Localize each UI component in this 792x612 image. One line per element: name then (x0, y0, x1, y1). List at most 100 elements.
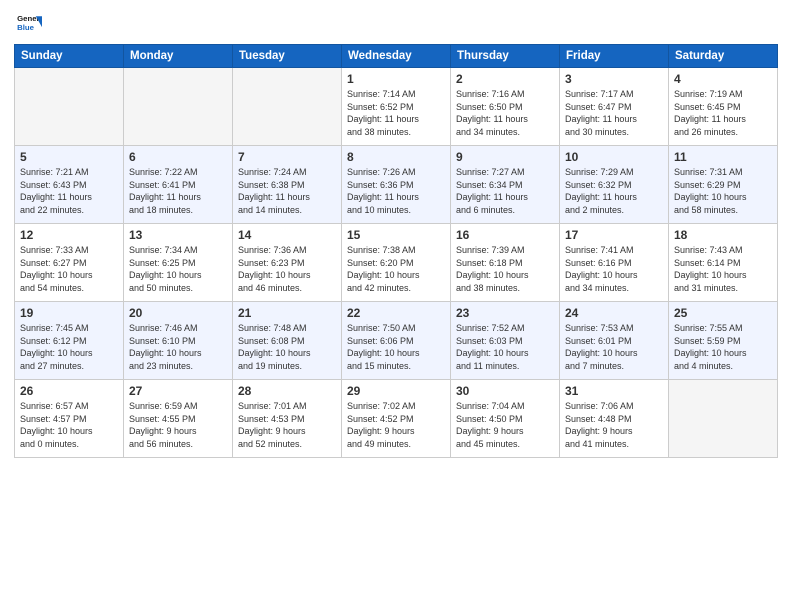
day-info: Sunrise: 7:01 AM Sunset: 4:53 PM Dayligh… (238, 400, 336, 450)
day-number: 30 (456, 384, 554, 398)
day-info: Sunrise: 7:34 AM Sunset: 6:25 PM Dayligh… (129, 244, 227, 294)
day-number: 3 (565, 72, 663, 86)
week-row-4: 26 Sunrise: 6:57 AM Sunset: 4:57 PM Dayli… (15, 380, 778, 458)
calendar-cell: 30 Sunrise: 7:04 AM Sunset: 4:50 PM Dayli… (451, 380, 560, 458)
day-number: 22 (347, 306, 445, 320)
calendar-cell: 8 Sunrise: 7:26 AM Sunset: 6:36 PM Daylig… (342, 146, 451, 224)
day-number: 15 (347, 228, 445, 242)
day-number: 13 (129, 228, 227, 242)
calendar-cell: 24 Sunrise: 7:53 AM Sunset: 6:01 PM Dayli… (560, 302, 669, 380)
calendar-cell: 27 Sunrise: 6:59 AM Sunset: 4:55 PM Dayli… (124, 380, 233, 458)
day-info: Sunrise: 7:16 AM Sunset: 6:50 PM Dayligh… (456, 88, 554, 138)
calendar-cell: 10 Sunrise: 7:29 AM Sunset: 6:32 PM Dayli… (560, 146, 669, 224)
calendar-cell: 20 Sunrise: 7:46 AM Sunset: 6:10 PM Dayli… (124, 302, 233, 380)
day-info: Sunrise: 7:04 AM Sunset: 4:50 PM Dayligh… (456, 400, 554, 450)
day-number: 19 (20, 306, 118, 320)
day-info: Sunrise: 7:19 AM Sunset: 6:45 PM Dayligh… (674, 88, 772, 138)
calendar-cell: 15 Sunrise: 7:38 AM Sunset: 6:20 PM Dayli… (342, 224, 451, 302)
day-info: Sunrise: 7:14 AM Sunset: 6:52 PM Dayligh… (347, 88, 445, 138)
calendar-cell: 18 Sunrise: 7:43 AM Sunset: 6:14 PM Dayli… (669, 224, 778, 302)
calendar-cell: 1 Sunrise: 7:14 AM Sunset: 6:52 PM Daylig… (342, 68, 451, 146)
day-number: 8 (347, 150, 445, 164)
calendar-cell: 16 Sunrise: 7:39 AM Sunset: 6:18 PM Dayli… (451, 224, 560, 302)
weekday-friday: Friday (560, 45, 669, 68)
day-number: 10 (565, 150, 663, 164)
calendar-cell: 26 Sunrise: 6:57 AM Sunset: 4:57 PM Dayli… (15, 380, 124, 458)
day-info: Sunrise: 7:50 AM Sunset: 6:06 PM Dayligh… (347, 322, 445, 372)
day-number: 6 (129, 150, 227, 164)
day-info: Sunrise: 7:41 AM Sunset: 6:16 PM Dayligh… (565, 244, 663, 294)
calendar-cell (233, 68, 342, 146)
day-number: 1 (347, 72, 445, 86)
day-info: Sunrise: 7:22 AM Sunset: 6:41 PM Dayligh… (129, 166, 227, 216)
day-number: 24 (565, 306, 663, 320)
day-info: Sunrise: 6:57 AM Sunset: 4:57 PM Dayligh… (20, 400, 118, 450)
day-number: 25 (674, 306, 772, 320)
day-info: Sunrise: 7:52 AM Sunset: 6:03 PM Dayligh… (456, 322, 554, 372)
day-number: 31 (565, 384, 663, 398)
calendar-cell: 6 Sunrise: 7:22 AM Sunset: 6:41 PM Daylig… (124, 146, 233, 224)
day-info: Sunrise: 7:26 AM Sunset: 6:36 PM Dayligh… (347, 166, 445, 216)
page-container: General Blue SundayMondayTuesdayWednesda… (0, 0, 792, 612)
weekday-sunday: Sunday (15, 45, 124, 68)
calendar-cell: 17 Sunrise: 7:41 AM Sunset: 6:16 PM Dayli… (560, 224, 669, 302)
calendar-cell: 25 Sunrise: 7:55 AM Sunset: 5:59 PM Dayli… (669, 302, 778, 380)
day-number: 23 (456, 306, 554, 320)
day-info: Sunrise: 7:29 AM Sunset: 6:32 PM Dayligh… (565, 166, 663, 216)
calendar-cell: 31 Sunrise: 7:06 AM Sunset: 4:48 PM Dayli… (560, 380, 669, 458)
calendar-cell (124, 68, 233, 146)
calendar-cell: 11 Sunrise: 7:31 AM Sunset: 6:29 PM Dayli… (669, 146, 778, 224)
day-number: 27 (129, 384, 227, 398)
weekday-saturday: Saturday (669, 45, 778, 68)
calendar-cell: 19Sunrise: 7:45 AM Sunset: 6:12 PM Dayli… (15, 302, 124, 380)
calendar-cell: 5Sunrise: 7:21 AM Sunset: 6:43 PM Daylig… (15, 146, 124, 224)
svg-text:Blue: Blue (17, 23, 35, 32)
weekday-thursday: Thursday (451, 45, 560, 68)
day-info: Sunrise: 7:27 AM Sunset: 6:34 PM Dayligh… (456, 166, 554, 216)
week-row-2: 12 Sunrise: 7:33 AM Sunset: 6:27 PM Dayli… (15, 224, 778, 302)
day-info: Sunrise: 6:59 AM Sunset: 4:55 PM Dayligh… (129, 400, 227, 450)
day-info: Sunrise: 7:06 AM Sunset: 4:48 PM Dayligh… (565, 400, 663, 450)
logo: General Blue (14, 10, 46, 38)
day-info: Sunrise: 7:24 AM Sunset: 6:38 PM Dayligh… (238, 166, 336, 216)
day-number: 26 (20, 384, 118, 398)
day-number: 17 (565, 228, 663, 242)
day-info: Sunrise: 7:02 AM Sunset: 4:52 PM Dayligh… (347, 400, 445, 450)
day-info: Sunrise: 7:46 AM Sunset: 6:10 PM Dayligh… (129, 322, 227, 372)
weekday-header-row: SundayMondayTuesdayWednesdayThursdayFrid… (15, 45, 778, 68)
day-number: 4 (674, 72, 772, 86)
calendar-cell: 14Sunrise: 7:36 AM Sunset: 6:23 PM Dayli… (233, 224, 342, 302)
day-info: Sunrise: 7:53 AM Sunset: 6:01 PM Dayligh… (565, 322, 663, 372)
day-info: Sunrise: 7:38 AM Sunset: 6:20 PM Dayligh… (347, 244, 445, 294)
day-number: 18 (674, 228, 772, 242)
day-info: Sunrise: 7:31 AM Sunset: 6:29 PM Dayligh… (674, 166, 772, 216)
calendar-cell: 4 Sunrise: 7:19 AM Sunset: 6:45 PM Daylig… (669, 68, 778, 146)
header: General Blue (14, 10, 778, 38)
day-info: Sunrise: 7:55 AM Sunset: 5:59 PM Dayligh… (674, 322, 772, 372)
day-number: 11 (674, 150, 772, 164)
day-info: Sunrise: 7:48 AM Sunset: 6:08 PM Dayligh… (238, 322, 336, 372)
logo-icon: General Blue (14, 10, 42, 38)
weekday-monday: Monday (124, 45, 233, 68)
day-number: 29 (347, 384, 445, 398)
calendar-cell (15, 68, 124, 146)
day-number: 12 (20, 228, 118, 242)
day-info: Sunrise: 7:33 AM Sunset: 6:27 PM Dayligh… (20, 244, 118, 294)
day-number: 5 (20, 150, 118, 164)
day-info: Sunrise: 7:43 AM Sunset: 6:14 PM Dayligh… (674, 244, 772, 294)
calendar-cell (669, 380, 778, 458)
calendar-table: SundayMondayTuesdayWednesdayThursdayFrid… (14, 44, 778, 458)
week-row-0: 1 Sunrise: 7:14 AM Sunset: 6:52 PM Daylig… (15, 68, 778, 146)
week-row-3: 19Sunrise: 7:45 AM Sunset: 6:12 PM Dayli… (15, 302, 778, 380)
day-number: 20 (129, 306, 227, 320)
day-number: 9 (456, 150, 554, 164)
day-number: 21 (238, 306, 336, 320)
calendar-cell: 9 Sunrise: 7:27 AM Sunset: 6:34 PM Daylig… (451, 146, 560, 224)
calendar-cell: 12 Sunrise: 7:33 AM Sunset: 6:27 PM Dayli… (15, 224, 124, 302)
calendar-cell: 13 Sunrise: 7:34 AM Sunset: 6:25 PM Dayli… (124, 224, 233, 302)
day-number: 28 (238, 384, 336, 398)
day-number: 2 (456, 72, 554, 86)
day-number: 16 (456, 228, 554, 242)
day-info: Sunrise: 7:39 AM Sunset: 6:18 PM Dayligh… (456, 244, 554, 294)
calendar-cell: 29 Sunrise: 7:02 AM Sunset: 4:52 PM Dayli… (342, 380, 451, 458)
